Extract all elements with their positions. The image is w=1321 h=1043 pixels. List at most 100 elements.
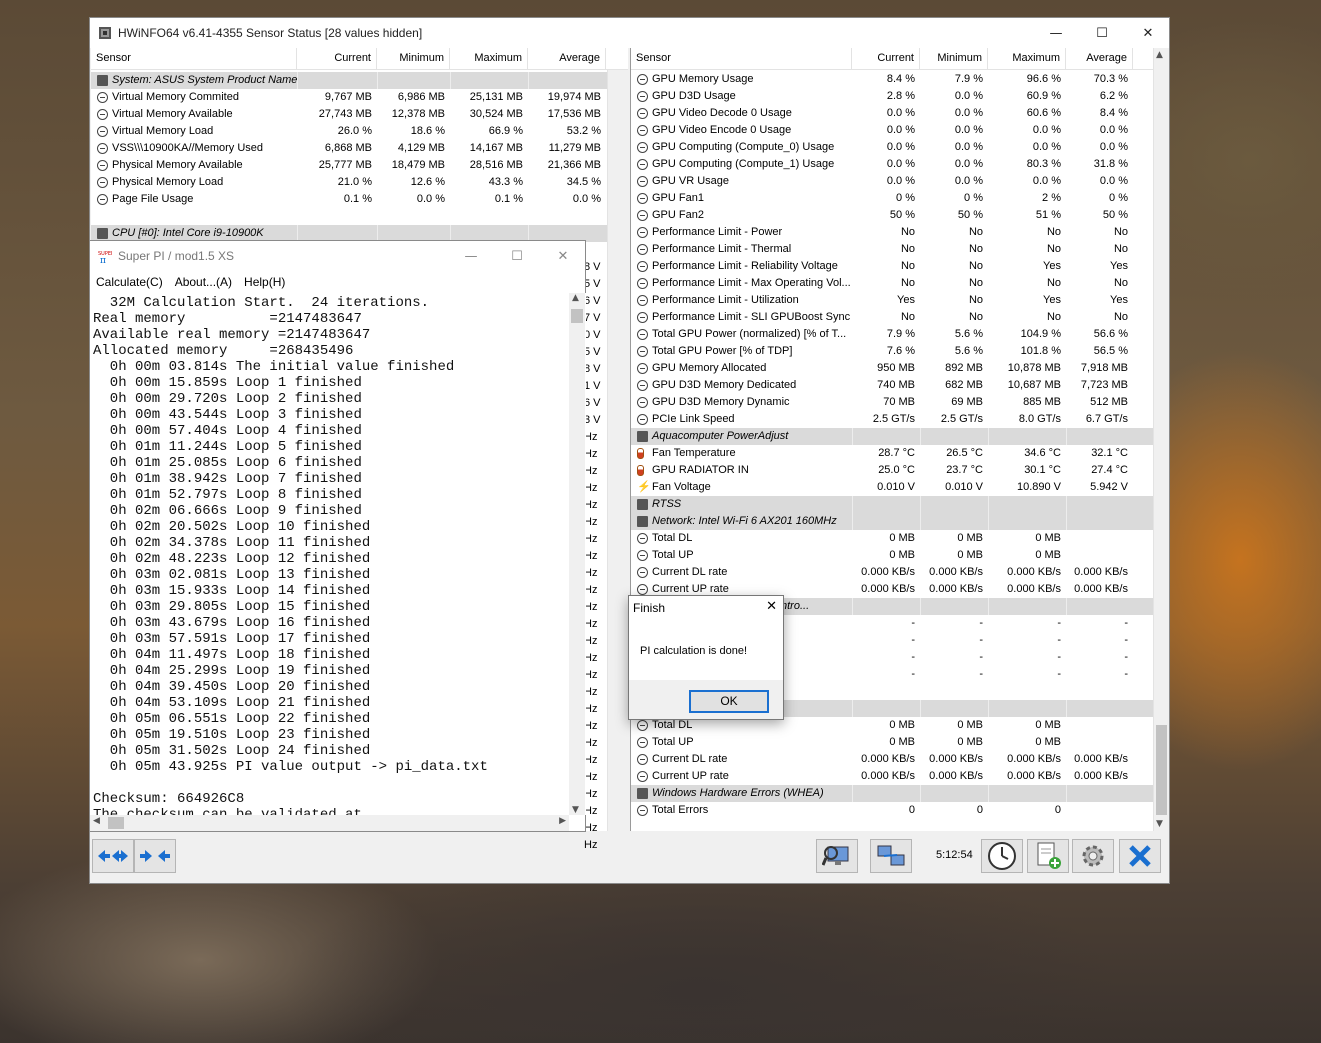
col-sensor-right[interactable]: Sensor [631,48,852,69]
sensor-row[interactable]: GPU Computing (Compute_0) Usage 0.0 % 0.0 … [631,139,1169,156]
sensor-row[interactable]: Performance Limit - Power No No No No [631,224,1169,241]
col-current[interactable]: Current [297,48,377,69]
sensor-minimum-value: 18,479 MB [391,159,445,171]
menu-help[interactable]: Help(H) [238,271,291,293]
sensor-row[interactable]: Total DL 0 MB 0 MB 0 MB [631,530,1169,547]
start-logging-button[interactable] [1027,839,1069,873]
sensor-row[interactable]: GPU VR Usage 0.0 % 0.0 % 0.0 % 0.0 % [631,173,1169,190]
col-minimum[interactable]: Minimum [377,48,450,69]
ok-button[interactable]: OK [689,690,769,713]
sensor-row[interactable]: Current DL rate 0.000 KB/s 0.000 KB/s 0.000… [631,751,1169,768]
scroll-thumb[interactable] [1156,725,1167,815]
sensor-minimum-value: 0 MB [957,719,983,731]
sensor-row[interactable]: Total Errors 0 0 0 [631,802,1169,819]
collapse-sensors-button[interactable] [134,839,176,873]
sensor-row[interactable]: Current UP rate 0.000 KB/s 0.000 KB/s 0.000… [631,768,1169,785]
sensor-average-value: No [1113,243,1128,255]
col-current-right[interactable]: Current [852,48,920,69]
dialog-close-button[interactable]: ✕ [766,599,777,614]
hwinfo-titlebar[interactable]: HWiNFO64 v6.41-4355 Sensor Status [28 va… [90,18,1169,48]
logging-timer-button[interactable] [981,839,1023,873]
sensor-row[interactable]: Performance Limit - SLI GPUBoost Sync No N… [631,309,1169,326]
sensor-average-value [1066,785,1133,802]
sensor-row[interactable]: Virtual Memory Available 27,743 MB 12,378 … [91,106,628,123]
sensor-row[interactable]: VSS\\\10900KA//Memory Used 6,868 MB 4,129 … [91,140,628,157]
sensor-row[interactable]: GPU D3D Memory Dynamic 70 MB 69 MB 885 MB 51… [631,394,1169,411]
scroll-down-arrow[interactable]: ▼ [1156,819,1163,829]
sensor-row[interactable]: Performance Limit - Thermal No No No No [631,241,1169,258]
sensor-group-row[interactable]: Windows Hardware Errors (WHEA) [631,785,1169,802]
sensor-row[interactable]: GPU Fan1 0 % 0 % 2 % 0 % [631,190,1169,207]
sensor-row[interactable]: Performance Limit - Utilization Yes No Yes Y… [631,292,1169,309]
superpi-hscroll-thumb[interactable] [108,817,124,829]
sensor-average-value [528,208,606,225]
sensor-row[interactable]: GPU RADIATOR IN 25.0 °C 23.7 °C 30.1 °C 27.4… [631,462,1169,479]
sensor-row[interactable]: GPU Video Encode 0 Usage 0.0 % 0.0 % 0.0 % 0… [631,122,1169,139]
superpi-output-text[interactable]: 32M Calculation Start. 24 iterations. Rea… [90,293,586,815]
sensor-row[interactable]: GPU Computing (Compute_1) Usage 0.0 % 0.0 … [631,156,1169,173]
sensor-row[interactable]: Performance Limit - Max Operating Vol...… [631,275,1169,292]
sensor-row[interactable]: Total UP 0 MB 0 MB 0 MB [631,734,1169,751]
sensor-group-row[interactable]: RTSS [631,496,1169,513]
superpi-minimize-button[interactable]: — [448,241,494,271]
sensor-maximum-value: - [1057,617,1061,629]
sensor-name: Total DL [652,532,693,544]
sensor-row[interactable]: Page File Usage 0.1 % 0.0 % 0.1 % 0.0 % [91,191,628,208]
sensor-row[interactable]: GPU Video Decode 0 Usage 0.0 % 0.0 % 60.6 %… [631,105,1169,122]
right-vertical-scrollbar[interactable]: ▲ ▼ [1153,48,1169,831]
sensor-row[interactable]: GPU Memory Usage 8.4 % 7.9 % 96.6 % 70.3 % [631,71,1169,88]
left-vertical-scrollbar[interactable] [607,70,628,831]
sensor-row[interactable]: Current DL rate 0.000 KB/s 0.000 KB/s 0.000… [631,564,1169,581]
menu-about[interactable]: About...(A) [169,271,238,293]
maximize-button[interactable]: ☐ [1079,18,1125,48]
superpi-hscroll[interactable]: ◀ ▶ [90,815,569,831]
sensor-row[interactable]: Virtual Memory Load 26.0 % 18.6 % 66.9 % 53.… [91,123,628,140]
sensor-row[interactable]: Total GPU Power (normalized) [% of T... 7… [631,326,1169,343]
close-button[interactable]: ✕ [1125,18,1171,48]
superpi-scroll-down-arrow[interactable]: ▼ [572,805,579,815]
sensor-group-row[interactable]: Aquacomputer PowerAdjust [631,428,1169,445]
circle-icon [637,754,648,765]
sensor-row[interactable]: Total UP 0 MB 0 MB 0 MB [631,547,1169,564]
superpi-vscroll[interactable]: ▲ ▼ [569,293,585,815]
sensor-row[interactable] [91,208,628,225]
sensor-row[interactable]: GPU Memory Allocated 950 MB 892 MB 10,878 M… [631,360,1169,377]
col-minimum-right[interactable]: Minimum [920,48,988,69]
dialog-titlebar[interactable]: Finish ✕ [629,596,783,620]
sensor-row[interactable]: GPU D3D Memory Dedicated 740 MB 682 MB 10,6… [631,377,1169,394]
network-button[interactable] [870,839,912,873]
superpi-scroll-right-arrow[interactable]: ▶ [559,816,566,826]
superpi-scroll-thumb[interactable] [571,309,583,323]
exit-button[interactable] [1119,839,1161,873]
col-average[interactable]: Average [528,48,606,69]
sensor-row[interactable]: ⚡ Fan Voltage 0.010 V 0.010 V 10.890 V 5.942 … [631,479,1169,496]
sensor-average-value: 7,918 MB [1080,362,1128,374]
col-average-right[interactable]: Average [1066,48,1133,69]
sensor-row[interactable]: Performance Limit - Reliability Voltage N… [631,258,1169,275]
expand-sensors-button[interactable] [92,839,134,873]
scroll-up-arrow[interactable]: ▲ [1156,50,1163,60]
sensor-row[interactable]: Physical Memory Load 21.0 % 12.6 % 43.3 % 34… [91,174,628,191]
superpi-close-button[interactable]: ✕ [540,241,586,271]
sensor-row[interactable]: Virtual Memory Commited 9,767 MB 6,986 MB 2… [91,89,628,106]
sensor-row[interactable]: GPU D3D Usage 2.8 % 0.0 % 60.9 % 6.2 % [631,88,1169,105]
sensor-row[interactable]: GPU Fan2 50 % 50 % 51 % 50 % [631,207,1169,224]
superpi-scroll-left-arrow[interactable]: ◀ [93,816,100,826]
settings-button[interactable] [1072,839,1114,873]
sensor-row[interactable]: PCIe Link Speed 2.5 GT/s 2.5 GT/s 8.0 GT/s 6… [631,411,1169,428]
superpi-scroll-up-arrow[interactable]: ▲ [572,293,579,303]
sensor-row[interactable]: Fan Temperature 28.7 °C 26.5 °C 34.6 °C 32.1… [631,445,1169,462]
circle-icon [97,160,108,171]
col-sensor[interactable]: Sensor [91,48,297,69]
superpi-titlebar[interactable]: SUPERπ Super PI / mod1.5 XS — ☐ ✕ [90,241,585,271]
col-maximum-right[interactable]: Maximum [988,48,1066,69]
sensor-group-row[interactable]: System: ASUS System Product Name [91,72,628,89]
col-maximum[interactable]: Maximum [450,48,528,69]
superpi-maximize-button[interactable]: ☐ [494,241,540,271]
sensor-row[interactable]: Total GPU Power [% of TDP] 7.6 % 5.6 % 101.… [631,343,1169,360]
menu-calculate[interactable]: Calculate(C) [90,271,169,293]
sensor-report-button[interactable] [816,839,858,873]
minimize-button[interactable]: — [1033,18,1079,48]
sensor-group-row[interactable]: Network: Intel Wi-Fi 6 AX201 160MHz [631,513,1169,530]
sensor-row[interactable]: Physical Memory Available 25,777 MB 18,479… [91,157,628,174]
